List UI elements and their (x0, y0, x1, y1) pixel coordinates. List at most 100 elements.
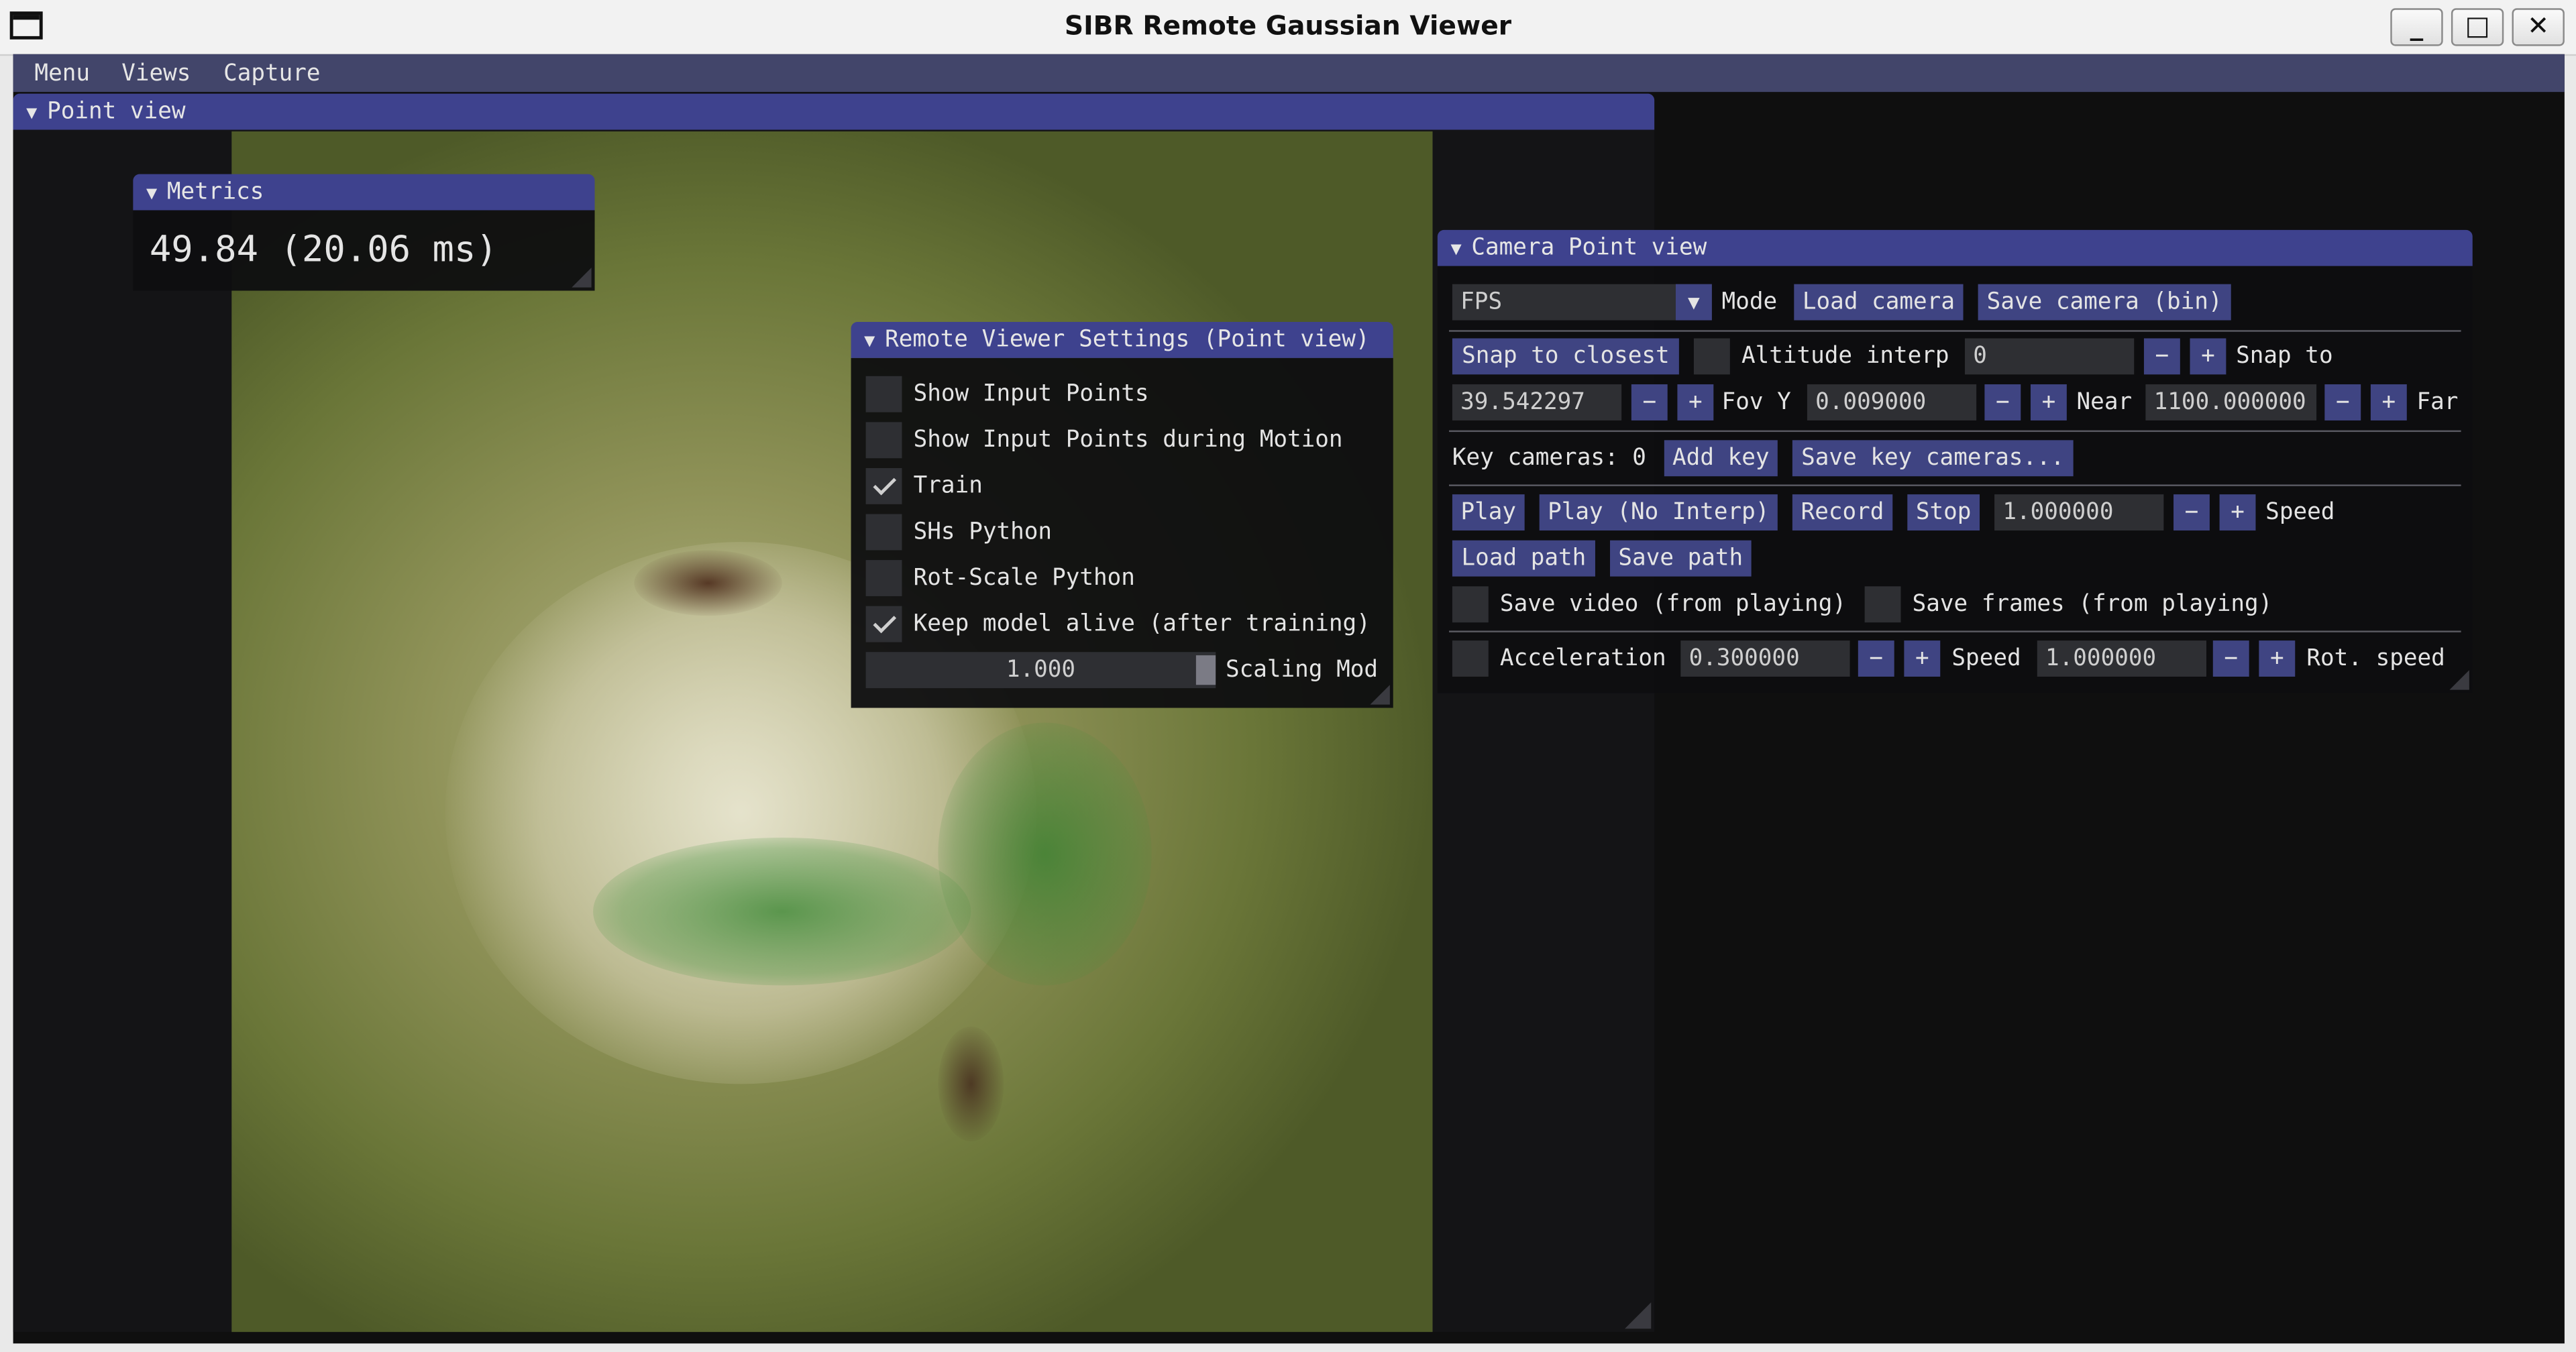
camera-title: Camera Point view (1471, 235, 1707, 262)
snap-to-decrement-button[interactable]: − (2143, 338, 2180, 375)
fov-y-decrement-button[interactable]: − (1631, 384, 1668, 420)
save-video-checkbox[interactable] (1452, 586, 1489, 623)
play-no-interp-button[interactable]: Play (No Interp) (1539, 494, 1778, 531)
show-input-points-checkbox[interactable] (865, 376, 902, 412)
load-camera-button[interactable]: Load camera (1794, 284, 1964, 321)
shs-python-checkbox[interactable] (865, 514, 902, 551)
menu-item-capture[interactable]: Capture (223, 61, 321, 87)
fov-y-input[interactable]: 39.542297 (1452, 384, 1622, 420)
rendered-object-leg (938, 1026, 1004, 1142)
close-button[interactable]: ✕ (2512, 8, 2565, 46)
stop-button[interactable]: Stop (1907, 494, 1980, 531)
slider-grab-handle[interactable] (1195, 655, 1216, 685)
collapse-triangle-icon[interactable]: ▼ (1450, 238, 1461, 260)
screen: SIBR Remote Gaussian Viewer _ □ ✕ Menu V… (0, 0, 2576, 1352)
far-decrement-button[interactable]: − (2324, 384, 2361, 420)
keep-model-alive-checkbox[interactable] (865, 606, 902, 642)
menu-bar: Menu Views Capture (13, 54, 2565, 93)
resize-grip[interactable] (572, 268, 592, 288)
rot-speed-increment-button[interactable]: + (2259, 640, 2296, 677)
rot-scale-python-label: Rot-Scale Python (913, 565, 1135, 592)
maximize-button[interactable]: □ (2451, 8, 2504, 46)
render-viewport[interactable] (231, 131, 1433, 1333)
resize-grip[interactable] (1625, 1302, 1652, 1329)
fps-readout: 49.84 (20.06 ms) (149, 229, 498, 272)
altitude-interp-checkbox[interactable] (1693, 338, 1730, 375)
acceleration-speed-decrement-button[interactable]: − (1858, 640, 1894, 677)
separator (1449, 430, 2461, 433)
save-path-button[interactable]: Save path (1610, 540, 1752, 577)
window-title: SIBR Remote Gaussian Viewer (1064, 9, 1512, 42)
collapse-triangle-icon[interactable]: ▼ (146, 182, 157, 204)
collapse-triangle-icon[interactable]: ▼ (26, 102, 37, 123)
metrics-header[interactable]: ▼ Metrics (133, 174, 595, 211)
near-input[interactable]: 0.009000 (1807, 384, 1977, 420)
far-input[interactable]: 1100.000000 (2145, 384, 2317, 420)
metrics-title: Metrics (166, 178, 264, 206)
mode-select[interactable]: FPS (1452, 284, 1712, 321)
show-input-points-motion-label: Show Input Points during Motion (913, 427, 1343, 453)
record-button[interactable]: Record (1792, 494, 1893, 531)
save-key-cameras-button[interactable]: Save key cameras... (1792, 440, 2074, 477)
save-frames-label: Save frames (from playing) (1912, 591, 2273, 618)
acceleration-speed-increment-button[interactable]: + (1904, 640, 1941, 677)
far-increment-button[interactable]: + (2370, 384, 2407, 420)
rendered-object-dark-detail (634, 550, 782, 616)
add-key-button[interactable]: Add key (1664, 440, 1778, 477)
window-titlebar: SIBR Remote Gaussian Viewer _ □ ✕ (0, 0, 2576, 56)
scaling-modifier-label: Scaling Mod (1225, 657, 1379, 683)
metrics-window: ▼ Metrics 49.84 (20.06 ms) (133, 174, 595, 291)
remote-settings-title: Remote Viewer Settings (Point view) (885, 327, 1370, 353)
acceleration-checkbox[interactable] (1452, 640, 1489, 677)
collapse-triangle-icon[interactable]: ▼ (864, 330, 875, 351)
resize-grip[interactable] (1370, 685, 1390, 705)
playback-speed-increment-button[interactable]: + (2219, 494, 2256, 531)
save-camera-button[interactable]: Save camera (bin) (1978, 284, 2231, 321)
far-label: Far (2416, 389, 2459, 416)
altitude-interp-label: Altitude interp (1741, 343, 1949, 370)
save-frames-checkbox[interactable] (1864, 586, 1901, 623)
near-label: Near (2076, 389, 2133, 416)
rendered-object-green-panel (593, 837, 971, 986)
rendered-object-green-side (938, 722, 1152, 986)
rot-speed-input[interactable]: 1.000000 (2037, 640, 2207, 677)
show-input-points-motion-checkbox[interactable] (865, 422, 902, 459)
point-view-header[interactable]: ▼ Point view (13, 93, 1655, 130)
separator (1449, 630, 2461, 632)
scaling-modifier-slider[interactable]: 1.000 (865, 652, 1216, 689)
fov-y-label: Fov Y (1721, 389, 1791, 416)
chevron-down-icon[interactable]: ▼ (1675, 284, 1712, 321)
separator (1449, 484, 2461, 486)
fov-y-increment-button[interactable]: + (1677, 384, 1714, 420)
menu-item-menu[interactable]: Menu (34, 61, 90, 87)
separator (1449, 330, 2461, 332)
snap-to-closest-button[interactable]: Snap to closest (1452, 338, 1679, 375)
rot-speed-decrement-button[interactable]: − (2212, 640, 2249, 677)
load-path-button[interactable]: Load path (1452, 540, 1595, 577)
rot-speed-label: Rot. speed (2306, 645, 2445, 672)
playback-speed-decrement-button[interactable]: − (2174, 494, 2210, 531)
keep-model-alive-label: Keep model alive (after training) (913, 611, 1371, 638)
near-decrement-button[interactable]: − (1984, 384, 2021, 420)
mode-label: Mode (1721, 289, 1778, 316)
snap-to-label: Snap to (2236, 343, 2333, 370)
rot-scale-python-checkbox[interactable] (865, 560, 902, 596)
camera-header[interactable]: ▼ Camera Point view (1437, 229, 2473, 266)
key-cameras-count: Key cameras: 0 (1452, 445, 1646, 471)
menu-item-views[interactable]: Views (121, 61, 191, 87)
point-view-title: Point view (47, 98, 186, 125)
remote-settings-header[interactable]: ▼ Remote Viewer Settings (Point view) (851, 322, 1393, 358)
snap-to-input[interactable]: 0 (1965, 338, 2135, 375)
train-label: Train (913, 473, 983, 500)
minimize-button[interactable]: _ (2390, 8, 2443, 46)
mode-select-value: FPS (1460, 289, 1503, 316)
train-checkbox[interactable] (865, 467, 902, 504)
acceleration-speed-input[interactable]: 0.300000 (1680, 640, 1850, 677)
play-button[interactable]: Play (1452, 494, 1525, 531)
resize-grip[interactable] (2449, 670, 2469, 690)
save-video-label: Save video (from playing) (1499, 591, 1846, 618)
snap-to-increment-button[interactable]: + (2190, 338, 2226, 375)
speed-label: Speed (1951, 645, 2021, 672)
playback-speed-input[interactable]: 1.000000 (1994, 494, 2164, 531)
near-increment-button[interactable]: + (2030, 384, 2067, 420)
